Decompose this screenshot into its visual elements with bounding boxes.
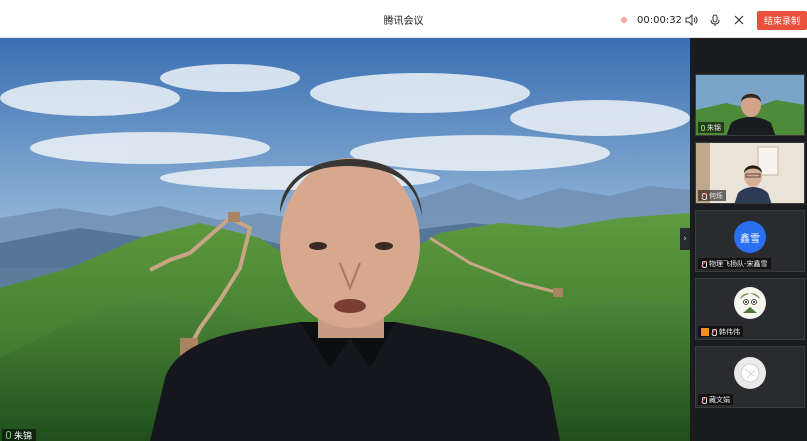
meeting-window: 腾讯会议 00:00:32 结束录制 朱锦 › 朱锦 何烁 鑫雪 物理飞扬队-宋… — [0, 0, 807, 441]
participant-tile[interactable]: 朱锦 — [695, 74, 805, 136]
participant-name-label: 藏文娟 — [698, 394, 733, 405]
virtual-background-great-wall — [0, 38, 690, 441]
participant-avatar — [734, 357, 766, 389]
cartoon-avatar-icon — [735, 288, 765, 318]
title-bar: 腾讯会议 00:00:32 结束录制 — [0, 0, 807, 38]
mic-muted-icon — [701, 260, 707, 268]
close-icon[interactable] — [729, 10, 749, 30]
collapse-sidebar-button[interactable]: › — [680, 228, 690, 250]
photo-avatar-icon — [735, 358, 765, 388]
participant-tile[interactable]: 韩伟伟 — [695, 278, 805, 340]
participant-name-label: 朱锦 — [698, 122, 724, 133]
main-speaker-label: 朱锦 — [2, 429, 37, 441]
mic-muted-icon — [711, 328, 717, 336]
speaker-icon[interactable] — [681, 10, 701, 30]
recording-timer: 00:00:32 — [637, 14, 682, 26]
recording-controls: 00:00:32 结束录制 — [607, 6, 807, 34]
chevron-right-icon: › — [683, 234, 687, 244]
participant-avatar — [734, 287, 766, 319]
main-speaker-name: 朱锦 — [14, 431, 33, 441]
participant-tile[interactable]: 何烁 — [695, 142, 805, 204]
participant-avatar: 鑫雪 — [734, 221, 766, 253]
mic-muted-icon — [701, 192, 707, 200]
mic-active-icon — [6, 431, 11, 439]
microphone-icon[interactable] — [705, 10, 725, 30]
participant-name-label: 何烁 — [698, 190, 726, 201]
participant-tile[interactable]: 藏文娟 — [695, 346, 805, 408]
recording-indicator-icon — [621, 17, 627, 23]
mic-active-icon — [701, 124, 705, 131]
participant-name-label: 物理飞扬队-宋鑫雪 — [698, 258, 771, 269]
end-recording-button[interactable]: 结束录制 — [757, 10, 807, 30]
participant-tile[interactable]: 鑫雪 物理飞扬队-宋鑫雪 — [695, 210, 805, 272]
participant-list: 朱锦 何烁 鑫雪 物理飞扬队-宋鑫雪 韩伟伟 藏文娟 — [690, 38, 807, 441]
host-badge-icon — [701, 327, 709, 336]
participant-name-label: 韩伟伟 — [698, 326, 743, 337]
mic-muted-icon — [701, 396, 707, 404]
main-speaker-video: 朱锦 — [0, 38, 690, 441]
